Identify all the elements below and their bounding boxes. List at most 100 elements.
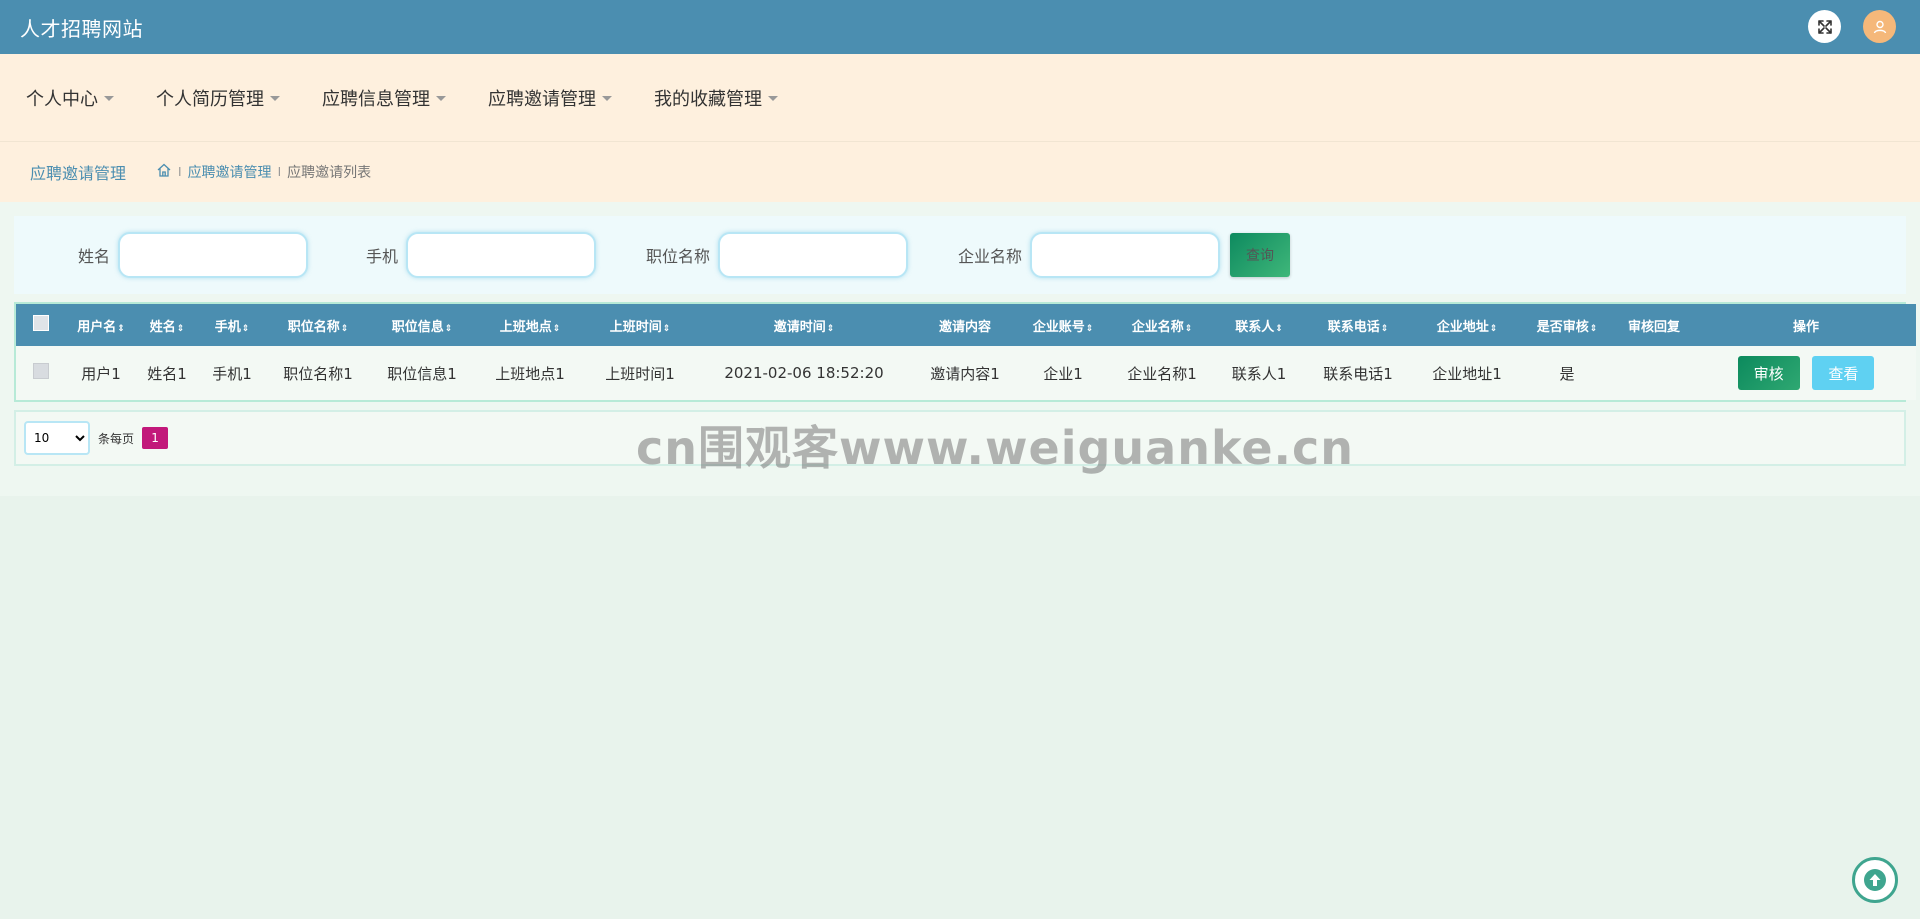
sort-icon: ⇕	[1184, 323, 1193, 334]
sort-icon: ⇕	[241, 323, 250, 334]
column-header[interactable]: 联系人⇕	[1214, 304, 1304, 346]
cell-audited: 是	[1559, 364, 1575, 383]
cell-invite-content: 邀请内容1	[930, 364, 1000, 383]
phone-input[interactable]	[406, 232, 596, 278]
company-input[interactable]	[1030, 232, 1221, 278]
row-select-cell[interactable]	[16, 346, 66, 400]
column-header[interactable]: 手机⇕	[198, 304, 266, 346]
cell-username: 用户1	[81, 364, 121, 383]
caret-down-icon	[768, 96, 778, 101]
table-row: 用户1 姓名1 手机1 职位名称1 职位信息1 上班地点1 上班时间1 2021…	[16, 346, 1916, 400]
sort-icon: ⇕	[1380, 323, 1389, 334]
cell-company-address: 企业地址1	[1432, 364, 1502, 383]
column-header[interactable]: 职位信息⇕	[370, 304, 474, 346]
select-all-cell[interactable]	[16, 304, 66, 346]
position-input[interactable]	[718, 232, 909, 278]
select-all-checkbox[interactable]	[33, 315, 49, 331]
nav-item-invitation-management[interactable]: 应聘邀请管理	[488, 85, 612, 111]
name-label: 姓名	[77, 247, 110, 266]
user-icon	[1873, 20, 1886, 33]
breadcrumb-link[interactable]: 应聘邀请管理	[188, 162, 272, 182]
nav-item-personal-center[interactable]: 个人中心	[26, 85, 114, 111]
sort-icon: ⇕	[1275, 323, 1283, 334]
column-header[interactable]: 联系电话⇕	[1304, 304, 1412, 346]
search-group-phone: 手机	[358, 232, 640, 278]
breadcrumb-current: 应聘邀请列表	[287, 165, 372, 181]
caret-down-icon	[602, 96, 612, 101]
column-header[interactable]: 邀请时间⇕	[694, 304, 914, 346]
view-button[interactable]: 查看	[1812, 356, 1875, 390]
breadcrumb: I 应聘邀请管理 I 应聘邀请列表	[156, 162, 371, 182]
cell-name: 姓名1	[147, 364, 187, 383]
phone-label: 手机	[365, 247, 398, 266]
top-header: 人才招聘网站	[0, 0, 1920, 54]
main-content: 姓名 手机 职位名称 企业名称 查询 用户名⇕ 姓名⇕ 手机⇕ 职位名称⇕ 职位…	[0, 202, 1920, 496]
column-header[interactable]: 企业名称⇕	[1110, 304, 1214, 346]
cell-work-time: 上班时间1	[605, 364, 675, 383]
nav-item-label: 应聘信息管理	[322, 88, 430, 110]
table-header-row: 用户名⇕ 姓名⇕ 手机⇕ 职位名称⇕ 职位信息⇕ 上班地点⇕ 上班时间⇕ 邀请时…	[16, 304, 1916, 346]
caret-down-icon	[104, 96, 114, 101]
main-nav: 个人中心 个人简历管理 应聘信息管理 应聘邀请管理 我的收藏管理	[0, 54, 1920, 142]
cell-position: 职位名称1	[283, 364, 353, 383]
back-to-top-button[interactable]	[1852, 857, 1898, 903]
search-panel: 姓名 手机 职位名称 企业名称 查询	[14, 216, 1906, 294]
app-title: 人才招聘网站	[20, 16, 143, 41]
sort-icon: ⇕	[1489, 323, 1498, 334]
column-header: 邀请内容	[938, 319, 991, 335]
column-header[interactable]: 职位名称⇕	[266, 304, 370, 346]
cell-phone: 手机1	[212, 364, 252, 383]
nav-item-application-management[interactable]: 应聘信息管理	[322, 85, 446, 111]
page-number-current[interactable]: 1	[142, 427, 169, 449]
search-group-company: 企业名称	[958, 232, 1224, 278]
nav-item-label: 应聘邀请管理	[488, 88, 596, 110]
column-header[interactable]: 用户名⇕	[66, 304, 136, 346]
user-avatar-button[interactable]	[1863, 10, 1896, 43]
company-label: 企业名称	[958, 247, 1023, 266]
sort-icon: ⇕	[176, 323, 185, 334]
page-size-select[interactable]: 10 20 50 100	[24, 421, 90, 455]
page-title: 应聘邀请管理	[30, 164, 127, 183]
column-header[interactable]: 企业地址⇕	[1412, 304, 1522, 346]
column-header[interactable]: 上班地点⇕	[474, 304, 586, 346]
column-header[interactable]: 是否审核⇕	[1522, 304, 1612, 346]
cell-invite-time: 2021-02-06 18:52:20	[724, 364, 884, 382]
cell-company-name: 企业名称1	[1127, 364, 1197, 383]
column-header: 审核回复	[1627, 319, 1680, 335]
nav-item-label: 个人简历管理	[156, 88, 264, 110]
sort-icon: ⇕	[117, 323, 125, 334]
sort-icon: ⇕	[1085, 323, 1094, 334]
sort-icon: ⇕	[444, 323, 453, 334]
per-page-label: 条每页	[98, 431, 135, 446]
column-header[interactable]: 上班时间⇕	[586, 304, 694, 346]
audit-button[interactable]: 审核	[1737, 356, 1800, 390]
cell-contact-phone: 联系电话1	[1323, 364, 1393, 383]
row-checkbox[interactable]	[33, 363, 49, 379]
search-group-name: 姓名	[70, 232, 352, 278]
nav-item-favorites-management[interactable]: 我的收藏管理	[654, 85, 778, 111]
expand-icon	[1817, 19, 1832, 34]
invitation-table: 用户名⇕ 姓名⇕ 手机⇕ 职位名称⇕ 职位信息⇕ 上班地点⇕ 上班时间⇕ 邀请时…	[14, 302, 1916, 402]
search-group-position: 职位名称	[646, 232, 952, 278]
sort-icon: ⇕	[552, 323, 561, 334]
cell-position-info: 职位信息1	[387, 364, 457, 383]
sort-icon: ⇕	[826, 323, 835, 334]
column-header[interactable]: 姓名⇕	[136, 304, 198, 346]
name-input[interactable]	[118, 232, 308, 278]
column-header[interactable]: 企业账号⇕	[1016, 304, 1110, 346]
breadcrumb-separator: I	[277, 165, 282, 179]
nav-item-label: 我的收藏管理	[654, 88, 762, 110]
cell-location: 上班地点1	[495, 364, 565, 383]
fullscreen-button[interactable]	[1808, 10, 1841, 43]
sort-icon: ⇕	[662, 323, 671, 334]
sort-icon: ⇕	[340, 323, 349, 334]
cell-company-account: 企业1	[1043, 364, 1083, 383]
column-header: 操作	[1792, 319, 1819, 335]
home-icon[interactable]	[156, 162, 172, 182]
sort-icon: ⇕	[1589, 323, 1598, 334]
cell-actions: 审核 查看	[1696, 346, 1916, 400]
search-button[interactable]: 查询	[1230, 233, 1291, 277]
caret-down-icon	[436, 96, 446, 101]
pagination: 10 20 50 100 条每页 1	[14, 410, 1906, 466]
nav-item-resume-management[interactable]: 个人简历管理	[156, 85, 280, 111]
